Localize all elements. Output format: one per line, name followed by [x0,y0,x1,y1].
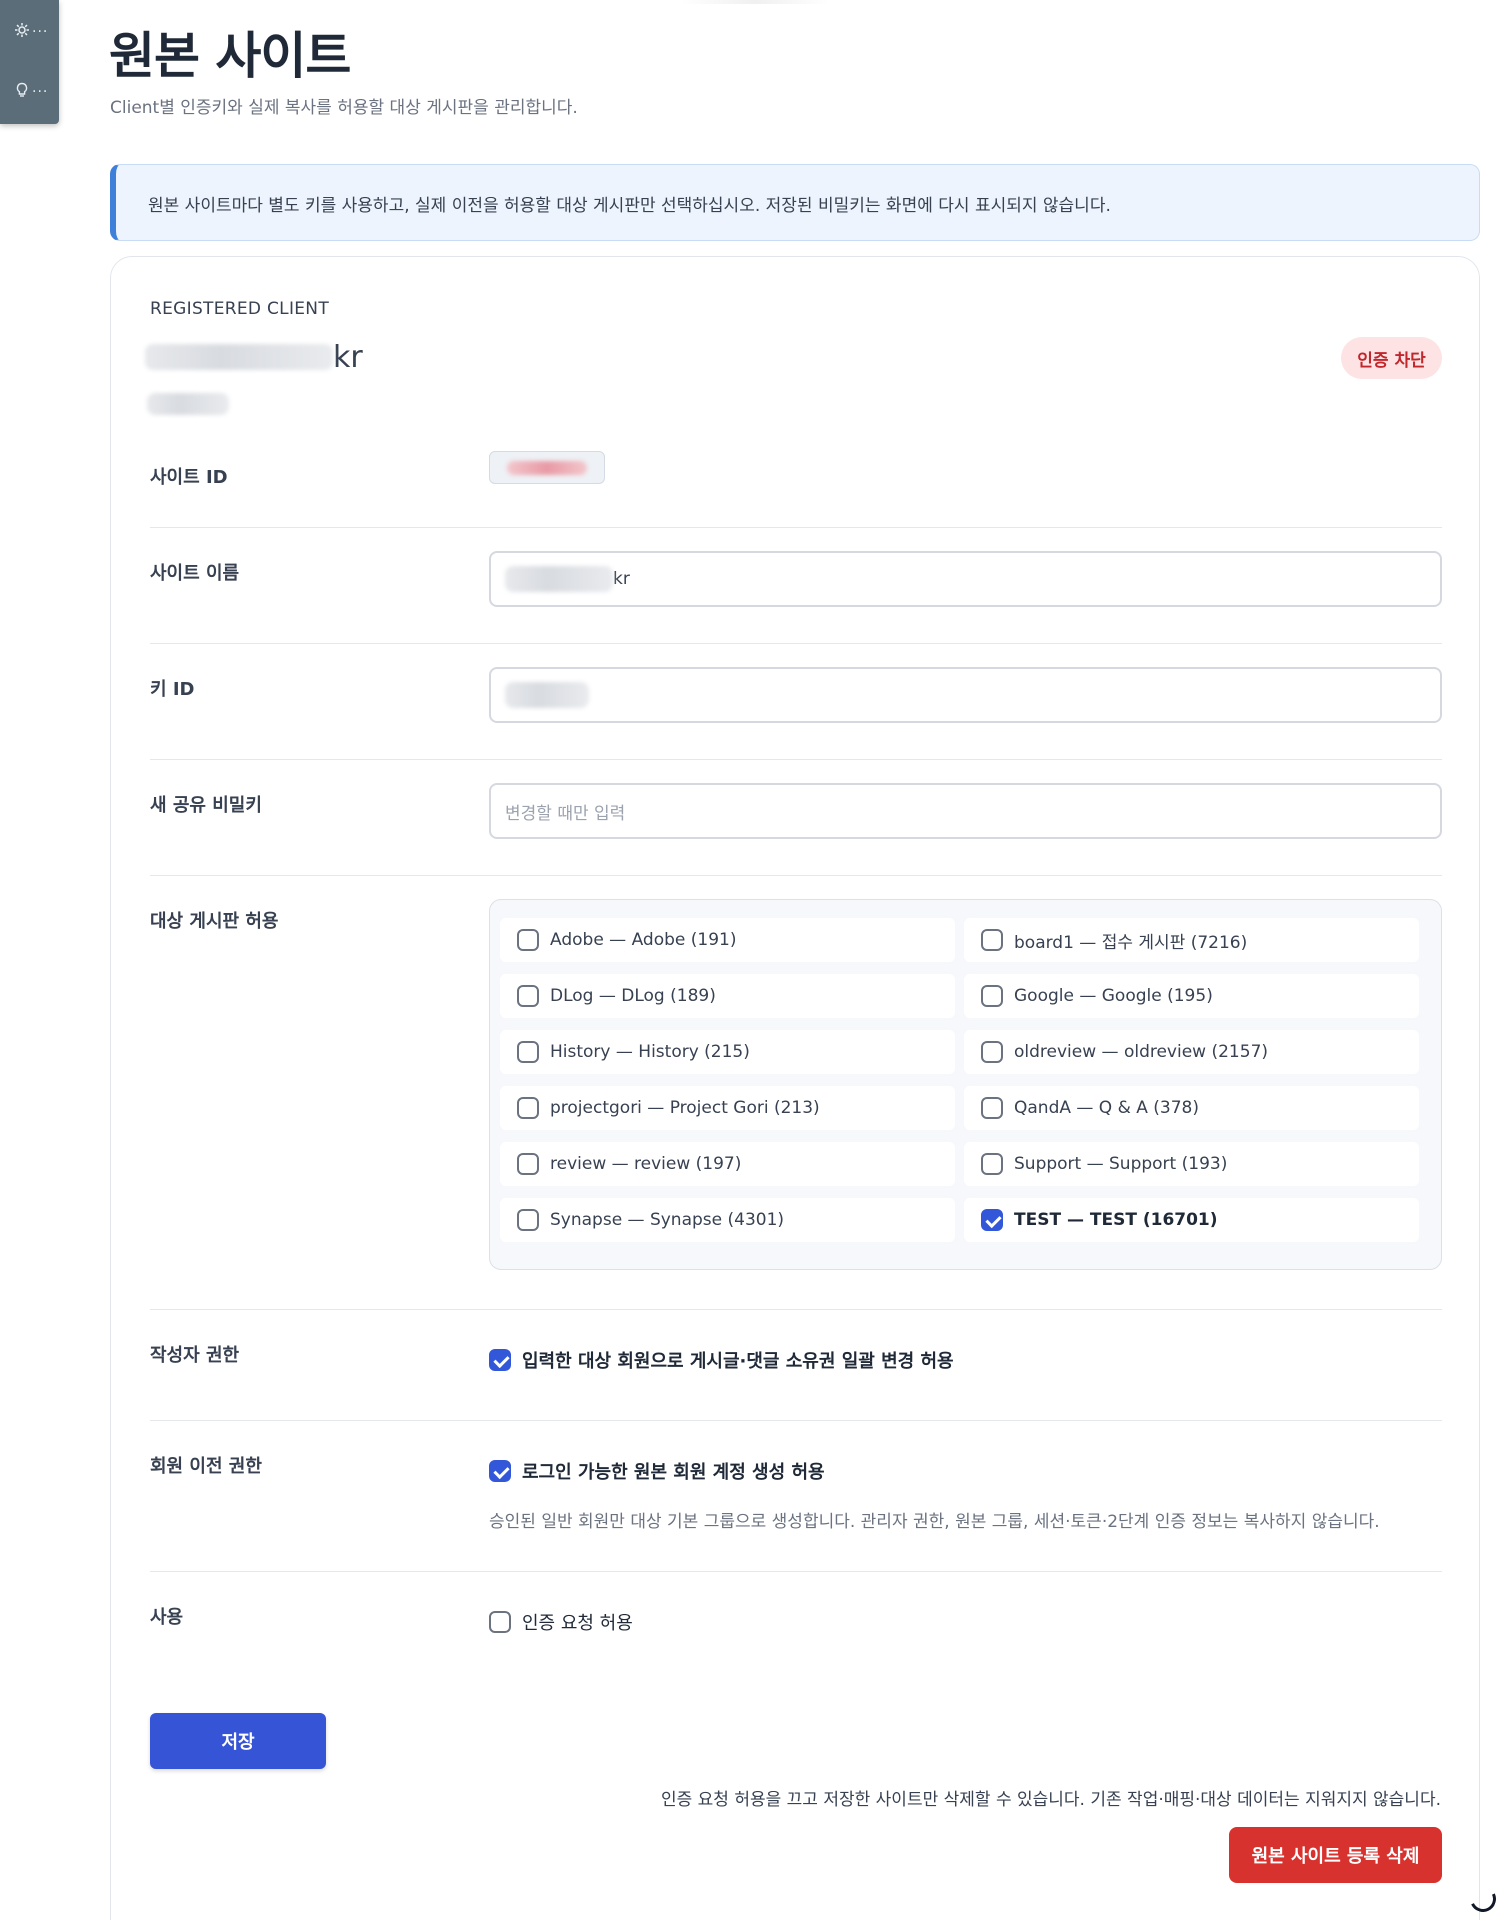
member-permission-text: 로그인 가능한 원본 회원 계정 생성 허용 [522,1462,825,1483]
client-eyebrow: REGISTERED CLIENT [150,299,330,319]
secret-input[interactable]: 변경할 때만 입력 [489,783,1442,839]
checkbox[interactable] [517,1153,539,1175]
site-name-label: 사이트 이름 [150,563,240,584]
usage-text: 인증 요청 허용 [522,1613,633,1634]
client-name-suffix: kr [333,339,363,375]
settings-tool[interactable]: ··· [14,17,54,47]
redacted-text [145,344,333,370]
key-id-label: 키 ID [150,679,195,700]
board-item-adobe[interactable]: Adobe — Adobe (191) [500,918,955,962]
board-item-dlog[interactable]: DLog — DLog (189) [500,974,955,1018]
divider [150,643,1442,644]
delete-note: 인증 요청 허용을 끄고 저장한 사이트만 삭제할 수 있습니다. 기존 작업·… [660,1790,1441,1810]
checkbox[interactable] [981,929,1003,951]
checkbox[interactable] [489,1611,511,1633]
divider [150,527,1442,528]
board-item-synapse[interactable]: Synapse — Synapse (4301) [500,1198,955,1242]
board-item-google[interactable]: Google — Google (195) [964,974,1419,1018]
checkbox[interactable] [981,985,1003,1007]
delete-site-button[interactable]: 원본 사이트 등록 삭제 [1229,1827,1442,1883]
member-permission-label: 회원 이전 권한 [150,1456,262,1477]
board-label: board1 — 접수 게시판 (7216) [1014,932,1248,953]
board-list: Adobe — Adobe (191) board1 — 접수 게시판 (721… [489,899,1442,1270]
gear-icon [14,22,30,42]
key-id-input[interactable] [489,667,1442,723]
divider [150,875,1442,876]
top-shadow [680,0,830,4]
board-label: review — review (197) [550,1154,742,1174]
site-id-label: 사이트 ID [150,467,228,488]
more-dots: ··· [32,84,49,100]
usage-label: 사용 [150,1607,184,1628]
board-item-review[interactable]: review — review (197) [500,1142,955,1186]
lightbulb-icon [14,82,30,102]
site-id-value [489,451,605,484]
checkbox[interactable] [517,985,539,1007]
board-label: History — History (215) [550,1042,750,1062]
board-item-oldreview[interactable]: oldreview — oldreview (2157) [964,1030,1419,1074]
board-label: projectgori — Project Gori (213) [550,1098,820,1118]
more-dots: ··· [32,24,49,40]
board-label: Adobe — Adobe (191) [550,930,737,950]
board-label: oldreview — oldreview (2157) [1014,1042,1269,1062]
redacted-text [147,393,229,415]
board-item-projectgori[interactable]: projectgori — Project Gori (213) [500,1086,955,1130]
page-title: 원본 사이트 [109,27,351,85]
board-label: Google — Google (195) [1014,986,1213,1006]
divider [150,1571,1442,1572]
redacted-text [507,460,587,475]
divider [150,1420,1442,1421]
site-name-suffix: kr [613,569,630,589]
info-notice: 원본 사이트마다 별도 키를 사용하고, 실제 이전을 허용할 대상 게시판만 … [110,164,1480,241]
divider [150,1309,1442,1310]
checkbox[interactable] [981,1041,1003,1063]
notice-text: 원본 사이트마다 별도 키를 사용하고, 실제 이전을 허용할 대상 게시판만 … [148,196,1111,216]
board-item-board1[interactable]: board1 — 접수 게시판 (7216) [964,918,1419,962]
member-permission-option[interactable]: 로그인 가능한 원본 회원 계정 생성 허용 [489,1458,825,1484]
divider [150,759,1442,760]
checkbox[interactable] [517,929,539,951]
checkbox[interactable] [517,1097,539,1119]
checkbox-checked[interactable] [981,1209,1003,1231]
site-name-input[interactable]: kr [489,551,1442,607]
board-label: QandA — Q & A (378) [1014,1098,1199,1118]
board-label: TEST — TEST (16701) [1014,1210,1218,1230]
checkbox[interactable] [517,1209,539,1231]
board-item-qanda[interactable]: QandA — Q & A (378) [964,1086,1419,1130]
board-label: DLog — DLog (189) [550,986,716,1006]
boards-label: 대상 게시판 허용 [150,911,279,932]
redacted-text [505,566,613,592]
client-card: REGISTERED CLIENT kr 인증 차단 사이트 ID 사이트 이름… [110,256,1480,1920]
checkbox[interactable] [517,1041,539,1063]
usage-option[interactable]: 인증 요청 허용 [489,1609,633,1635]
secret-label: 새 공유 비밀키 [150,795,262,816]
status-badge: 인증 차단 [1341,337,1442,379]
save-button[interactable]: 저장 [150,1713,326,1769]
checkbox-checked[interactable] [489,1460,511,1482]
client-name: kr [145,339,363,375]
hint-tool[interactable]: ··· [14,77,54,107]
author-permission-text: 입력한 대상 회원으로 게시글·댓글 소유권 일괄 변경 허용 [522,1351,954,1372]
board-item-history[interactable]: History — History (215) [500,1030,955,1074]
redacted-text [505,682,589,708]
checkbox[interactable] [981,1153,1003,1175]
checkbox[interactable] [981,1097,1003,1119]
client-subtext [147,393,229,419]
board-label: Synapse — Synapse (4301) [550,1210,785,1230]
member-help-text: 승인된 일반 회원만 대상 기본 그룹으로 생성합니다. 관리자 권한, 원본 … [489,1512,1380,1532]
page-subtitle: Client별 인증키와 실제 복사를 허용할 대상 게시판을 관리합니다. [110,98,578,118]
checkbox-checked[interactable] [489,1349,511,1371]
board-item-test[interactable]: TEST — TEST (16701) [964,1198,1419,1242]
board-item-support[interactable]: Support — Support (193) [964,1142,1419,1186]
author-permission-option[interactable]: 입력한 대상 회원으로 게시글·댓글 소유권 일괄 변경 허용 [489,1347,954,1373]
board-label: Support — Support (193) [1014,1154,1228,1174]
floating-toolbar: ··· ··· [0,0,59,124]
author-permission-label: 작성자 권한 [150,1345,240,1366]
